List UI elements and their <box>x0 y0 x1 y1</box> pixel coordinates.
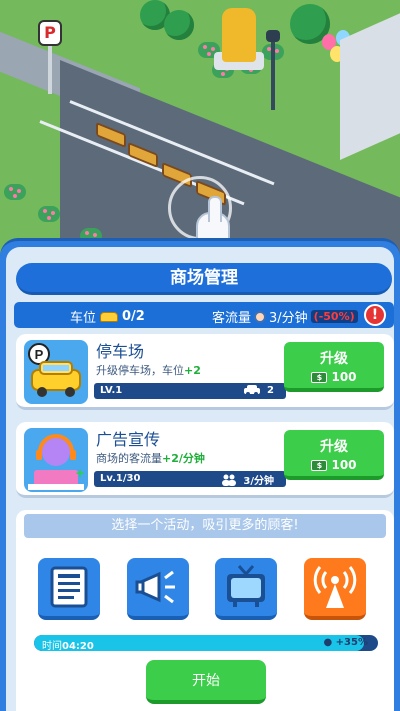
mall-building[interactable] <box>340 4 400 161</box>
parking-lot-desc-plus: +2 <box>184 364 201 377</box>
yellow-car-icon: P <box>24 340 88 404</box>
upgrade-parking-label: 升级 <box>320 351 348 367</box>
megaphone-activity-button[interactable] <box>127 558 189 620</box>
person-icon: ● <box>323 637 333 648</box>
activity-header: 选择一个活动，吸引更多的顾客! <box>24 514 386 538</box>
upgrade-parking-button[interactable]: 升级 $ 100 <box>284 342 384 392</box>
advertising-desc-plus: +2/分钟 <box>162 452 205 465</box>
street-lamp <box>266 30 280 110</box>
game-scene[interactable]: P <box>0 0 400 260</box>
broadcast-activity-button[interactable] <box>304 558 366 620</box>
headset-agent-icon: + <box>24 428 88 492</box>
upgrade-advertising-cost: $ 100 <box>284 458 384 472</box>
upgrade-advertising-label: 升级 <box>320 439 348 455</box>
upgrade-advertising-cost-value: 100 <box>331 458 357 472</box>
parking-status: 车位 0/2 <box>70 307 145 326</box>
cash-icon: $ <box>311 459 328 471</box>
panel-title: 商场管理 <box>16 263 392 295</box>
parking-lot-level-bar: LV.1 2 <box>94 383 286 399</box>
thumbs-up-statue[interactable] <box>222 8 256 62</box>
tree <box>164 10 194 40</box>
tv-icon <box>227 565 265 607</box>
parking-value: 0/2 <box>122 309 145 324</box>
parking-lot-desc: 升级停车场，车位+2 <box>96 362 201 378</box>
newspaper-activity-button[interactable] <box>38 558 100 620</box>
advertising-traffic: 3/分钟 <box>221 472 274 487</box>
activity-timer: 时间04:20 <box>42 637 94 651</box>
traffic-label: 客流量 <box>212 311 252 326</box>
parking-sign: P <box>38 20 62 46</box>
advertising-traffic-value: 3/分钟 <box>243 476 274 487</box>
advertising-card: + 广告宣传 商场的客流量+2/分钟 Lv.1/30 3/分钟 升级 $ 100 <box>16 422 394 498</box>
traffic-penalty: (-50%) <box>310 310 358 323</box>
advertising-level-bar: Lv.1/30 3/分钟 <box>94 471 286 487</box>
parking-lot-capacity: 2 <box>243 384 274 396</box>
customer-icon <box>254 310 267 323</box>
parking-lot-title: 停车场 <box>96 342 145 361</box>
svg-text:+: + <box>76 465 84 481</box>
broadcast-tower-icon <box>313 566 357 608</box>
management-panel: 商场管理 车位 0/2 客流量 3/分钟 (-50%) ! P 停车场 升级停车… <box>0 238 400 711</box>
traffic-status: 客流量 3/分钟 (-50%) <box>212 307 358 326</box>
sign-pole <box>48 46 52 94</box>
upgrade-parking-cost: $ 100 <box>284 370 384 384</box>
activity-timer-value: 04:20 <box>62 641 94 651</box>
upgrade-parking-cost-value: 100 <box>331 370 357 384</box>
activity-timer-bar: 时间04:20 ● +35% <box>34 635 378 651</box>
advertising-title: 广告宣传 <box>96 430 161 449</box>
parking-lot-capacity-value: 2 <box>267 384 274 396</box>
panel-body: 商场管理 车位 0/2 客流量 3/分钟 (-50%) ! P 停车场 升级停车… <box>6 247 394 711</box>
car-icon <box>244 385 261 396</box>
activity-bonus: ● +35% <box>323 637 368 648</box>
parking-lot-level: LV.1 <box>100 385 123 396</box>
status-bar: 车位 0/2 客流量 3/分钟 (-50%) ! <box>14 302 394 328</box>
upgrade-advertising-button[interactable]: 升级 $ 100 <box>284 430 384 480</box>
flower-bush <box>4 184 26 200</box>
activity-bonus-value: +35% <box>335 637 368 648</box>
activity-panel: 选择一个活动，吸引更多的顾客! 时间04:20 ● +35% 开始 <box>16 510 394 711</box>
cash-icon: $ <box>311 371 328 383</box>
parking-lot-card-icon: P <box>24 340 88 404</box>
tv-activity-button[interactable] <box>215 558 277 620</box>
parking-lot-desc-text: 升级停车场，车位 <box>96 364 184 377</box>
advertising-desc-text: 商场的客流量 <box>96 452 162 465</box>
svg-text:P: P <box>35 347 44 362</box>
people-icon <box>222 474 237 486</box>
start-activity-button[interactable]: 开始 <box>146 660 266 704</box>
advertising-card-icon: + <box>24 428 88 492</box>
activity-timer-label: 时间 <box>42 641 62 651</box>
advertising-level: Lv.1/30 <box>100 473 141 484</box>
traffic-value: 3/分钟 <box>269 311 308 326</box>
car-icon <box>100 311 119 322</box>
newspaper-icon <box>50 566 88 608</box>
flower-bush <box>38 206 60 222</box>
warning-icon[interactable]: ! <box>364 304 386 326</box>
megaphone-icon <box>135 570 175 604</box>
advertising-desc: 商场的客流量+2/分钟 <box>96 450 205 466</box>
parking-lot-card: P 停车场 升级停车场，车位+2 LV.1 2 升级 $ 100 <box>16 334 394 410</box>
parking-label: 车位 <box>70 311 97 326</box>
